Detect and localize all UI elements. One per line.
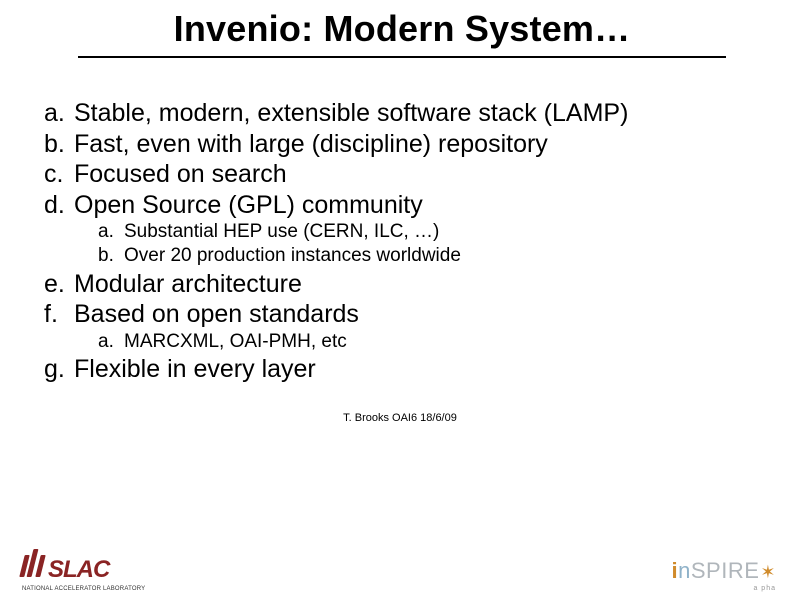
item-marker: b. xyxy=(44,129,74,160)
item-text: Open Source (GPL) community xyxy=(74,190,756,221)
item-marker: d. xyxy=(44,190,74,221)
subitem-d-b: b. Over 20 production instances worldwid… xyxy=(98,244,756,268)
item-text: MARCXML, OAI-PMH, etc xyxy=(124,330,756,354)
item-text: Over 20 production instances worldwide xyxy=(124,244,756,268)
item-marker: a. xyxy=(98,220,124,244)
slide-body: a. Stable, modern, extensible software s… xyxy=(34,98,766,426)
item-e: e. Modular architecture xyxy=(44,269,756,300)
slide-title: Invenio: Modern System… xyxy=(78,8,726,58)
item-c: c. Focused on search xyxy=(44,159,756,190)
footer: SLAC NATIONAL ACCELERATOR LABORATORY inS… xyxy=(0,542,800,592)
slac-subtitle: NATIONAL ACCELERATOR LABORATORY xyxy=(22,586,145,592)
credit-line: T. Brooks OAI6 18/6/09 xyxy=(44,412,756,425)
slac-logo-main: SLAC xyxy=(22,549,109,584)
item-text: Flexible in every layer xyxy=(74,354,756,385)
inspire-rest: SPIRE xyxy=(691,558,760,584)
item-text: Fast, even with large (discipline) repos… xyxy=(74,129,756,160)
item-marker: c. xyxy=(44,159,74,190)
inspire-logo: inSPIRE✶ a pha xyxy=(672,558,777,592)
item-marker: e. xyxy=(44,269,74,300)
subitem-d-a: a. Substantial HEP use (CERN, ILC, …) xyxy=(98,220,756,244)
item-b: b. Fast, even with large (discipline) re… xyxy=(44,129,756,160)
slac-bar-icon xyxy=(35,555,45,577)
slac-text: SLAC xyxy=(48,556,109,584)
inspire-subtitle: a pha xyxy=(753,585,776,592)
item-marker: b. xyxy=(98,244,124,268)
item-marker: f. xyxy=(44,299,74,330)
item-marker: g. xyxy=(44,354,74,385)
slide: Invenio: Modern System… a. Stable, moder… xyxy=(0,0,800,600)
item-text: Focused on search xyxy=(74,159,756,190)
inspire-logo-main: inSPIRE✶ xyxy=(672,558,777,584)
item-text: Modular architecture xyxy=(74,269,756,300)
item-marker: a. xyxy=(44,98,74,129)
item-f: f. Based on open standards xyxy=(44,299,756,330)
item-text: Substantial HEP use (CERN, ILC, …) xyxy=(124,220,756,244)
subitem-f-a: a. MARCXML, OAI-PMH, etc xyxy=(98,330,756,354)
inspire-n: n xyxy=(678,558,691,584)
item-g: g. Flexible in every layer xyxy=(44,354,756,385)
item-text: Stable, modern, extensible software stac… xyxy=(74,98,756,129)
item-d: d. Open Source (GPL) community xyxy=(44,190,756,221)
slac-logo: SLAC NATIONAL ACCELERATOR LABORATORY xyxy=(22,549,145,592)
item-a: a. Stable, modern, extensible software s… xyxy=(44,98,756,129)
inspire-i: i xyxy=(672,558,679,584)
item-text: Based on open standards xyxy=(74,299,756,330)
star-icon: ✶ xyxy=(760,562,776,583)
item-marker: a. xyxy=(98,330,124,354)
